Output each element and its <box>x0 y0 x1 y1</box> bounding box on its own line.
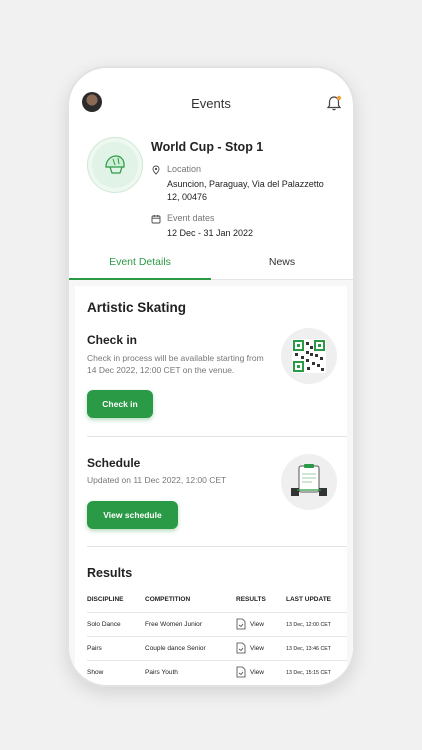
view-link[interactable]: View <box>250 669 264 676</box>
updated-cell: 13 Dec, 12:00 CET <box>286 622 332 628</box>
document-icon[interactable] <box>236 666 246 678</box>
checkin-illustration <box>281 328 337 384</box>
column-header: COMPETITION <box>145 596 191 603</box>
phone-frame: Events World Cup - Stop 1 Location Asunc… <box>67 66 355 687</box>
location-pin-icon <box>152 165 160 175</box>
schedule-title: Schedule <box>87 456 141 470</box>
divider <box>87 436 347 437</box>
discipline-cell: Show <box>87 669 104 676</box>
dates-value: 12 Dec - 31 Jan 2022 <box>167 228 254 238</box>
checkin-button[interactable]: Check in <box>87 390 153 418</box>
checkin-text: Check in process will be available start… <box>87 353 264 375</box>
event-card: World Cup - Stop 1 Location Asuncion, Pa… <box>69 132 353 272</box>
view-schedule-button[interactable]: View schedule <box>87 501 178 529</box>
tab-bar: Event Details News <box>69 252 353 280</box>
competition-cell: Free Women Junior <box>145 621 202 628</box>
details-panel: Artistic Skating Check in Check in proce… <box>75 286 347 685</box>
document-icon[interactable] <box>236 642 246 654</box>
column-header: LAST UPDATE <box>286 596 332 603</box>
event-name: World Cup - Stop 1 <box>151 140 264 154</box>
dates-label: Event dates <box>167 213 215 223</box>
page-title: Events <box>191 96 231 111</box>
table-row[interactable]: Pairs Couple dance Senior View 13 Dec, 1… <box>87 636 347 660</box>
view-link[interactable]: View <box>250 621 264 628</box>
checkin-title: Check in <box>87 333 138 347</box>
schedule-text: Updated on 11 Dec 2022, 12:00 CET <box>87 475 227 485</box>
qr-code-icon <box>292 339 326 373</box>
column-header: RESULTS <box>236 596 266 603</box>
location-value: Asuncion, Paraguay, Via del Palazzetto 1… <box>167 179 324 202</box>
helmet-icon <box>105 155 125 174</box>
column-header: DISCIPLINE <box>87 596 124 603</box>
app-header: Events <box>69 68 353 140</box>
results-title: Results <box>87 566 133 580</box>
tab-event-details[interactable]: Event Details <box>69 252 211 280</box>
updated-cell: 13 Dec, 15:15 CET <box>286 670 332 676</box>
section-title: Artistic Skating <box>87 300 187 315</box>
table-row[interactable]: Show Pairs Youth View 13 Dec, 15:15 CET <box>87 660 347 684</box>
bell-icon[interactable] <box>325 94 343 112</box>
competition-cell: Pairs Youth <box>145 669 178 676</box>
discipline-cell: Solo Dance <box>87 621 121 628</box>
divider <box>87 546 347 547</box>
schedule-illustration <box>281 454 337 510</box>
content-area: Artistic Skating Check in Check in proce… <box>69 280 353 685</box>
updated-cell: 13 Dec, 13:46 CET <box>286 646 332 652</box>
clipboard-icon <box>291 464 327 496</box>
event-logo <box>87 137 143 193</box>
table-row[interactable]: Solo Dance Free Women Junior View 13 Dec… <box>87 612 347 636</box>
calendar-icon <box>151 215 161 224</box>
view-link[interactable]: View <box>250 645 264 652</box>
competition-cell: Couple dance Senior <box>145 645 206 652</box>
location-label: Location <box>167 164 202 174</box>
document-icon[interactable] <box>236 618 246 630</box>
tab-news[interactable]: News <box>211 252 353 280</box>
discipline-cell: Pairs <box>87 645 102 652</box>
